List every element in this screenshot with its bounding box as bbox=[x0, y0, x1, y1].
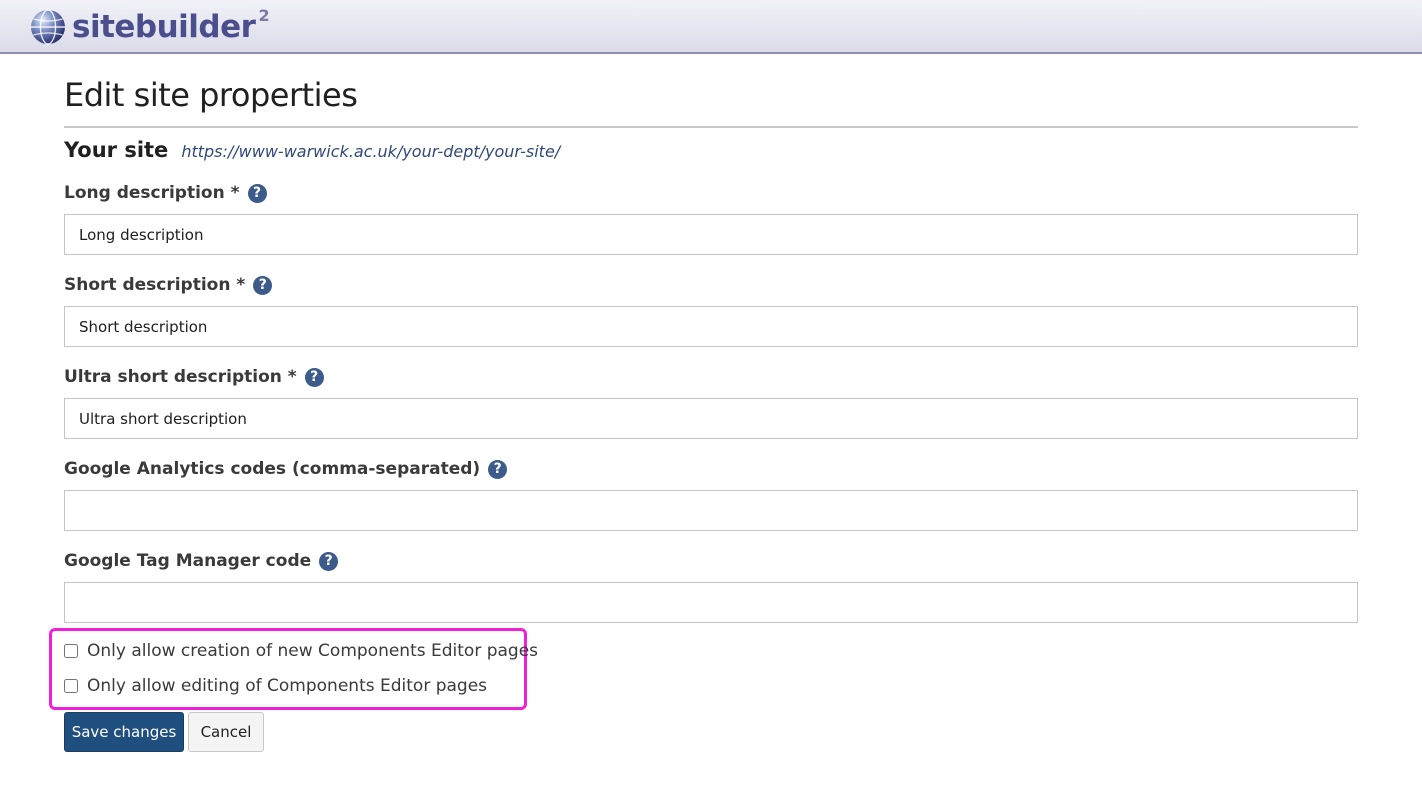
title-divider bbox=[64, 126, 1358, 128]
site-label: Your site bbox=[64, 138, 169, 162]
google-analytics-label: Google Analytics codes (comma-separated) bbox=[64, 459, 481, 479]
logo-version: 2 bbox=[258, 5, 270, 25]
editing-only-checkbox[interactable] bbox=[64, 679, 78, 693]
short-description-label: Short description * bbox=[64, 275, 246, 295]
short-description-field: Short description * ? bbox=[64, 272, 1358, 347]
ultra-short-description-label: Ultra short description * bbox=[64, 367, 297, 387]
help-icon[interactable]: ? bbox=[247, 183, 267, 203]
creation-only-label[interactable]: Only allow creation of new Components Ed… bbox=[87, 641, 538, 661]
long-description-input[interactable] bbox=[64, 214, 1358, 255]
site-info: Your site https://www-warwick.ac.uk/your… bbox=[64, 138, 560, 162]
header-bar: sitebuilder 2 bbox=[0, 0, 1422, 54]
creation-only-checkbox[interactable] bbox=[64, 644, 78, 658]
cancel-button[interactable]: Cancel bbox=[188, 712, 264, 752]
ultra-short-description-input[interactable] bbox=[64, 398, 1358, 439]
help-icon[interactable]: ? bbox=[319, 551, 339, 571]
page-title: Edit site properties bbox=[64, 76, 358, 114]
globe-icon bbox=[31, 9, 65, 45]
short-description-input[interactable] bbox=[64, 306, 1358, 347]
site-url-link[interactable]: https://www-warwick.ac.uk/your-dept/your… bbox=[181, 142, 560, 161]
long-description-field: Long description * ? bbox=[64, 180, 1358, 255]
sitebuilder-logo[interactable]: sitebuilder 2 bbox=[30, 5, 270, 46]
save-changes-button[interactable]: Save changes bbox=[64, 712, 184, 752]
google-tag-manager-field: Google Tag Manager code ? bbox=[64, 548, 1358, 623]
checkbox-creation-row: Only allow creation of new Components Ed… bbox=[64, 641, 538, 661]
help-icon[interactable]: ? bbox=[488, 459, 508, 479]
google-analytics-input[interactable] bbox=[64, 490, 1358, 531]
help-icon[interactable]: ? bbox=[304, 367, 324, 387]
checkbox-editing-row: Only allow editing of Components Editor … bbox=[64, 676, 487, 696]
google-tag-manager-input[interactable] bbox=[64, 582, 1358, 623]
ultra-short-description-field: Ultra short description * ? bbox=[64, 364, 1358, 439]
google-tag-manager-label: Google Tag Manager code bbox=[64, 551, 312, 571]
long-description-label: Long description * bbox=[64, 183, 240, 203]
google-analytics-field: Google Analytics codes (comma-separated)… bbox=[64, 456, 1358, 531]
editing-only-label[interactable]: Only allow editing of Components Editor … bbox=[87, 676, 487, 696]
help-icon[interactable]: ? bbox=[253, 275, 273, 295]
logo-text: sitebuilder bbox=[72, 9, 256, 45]
